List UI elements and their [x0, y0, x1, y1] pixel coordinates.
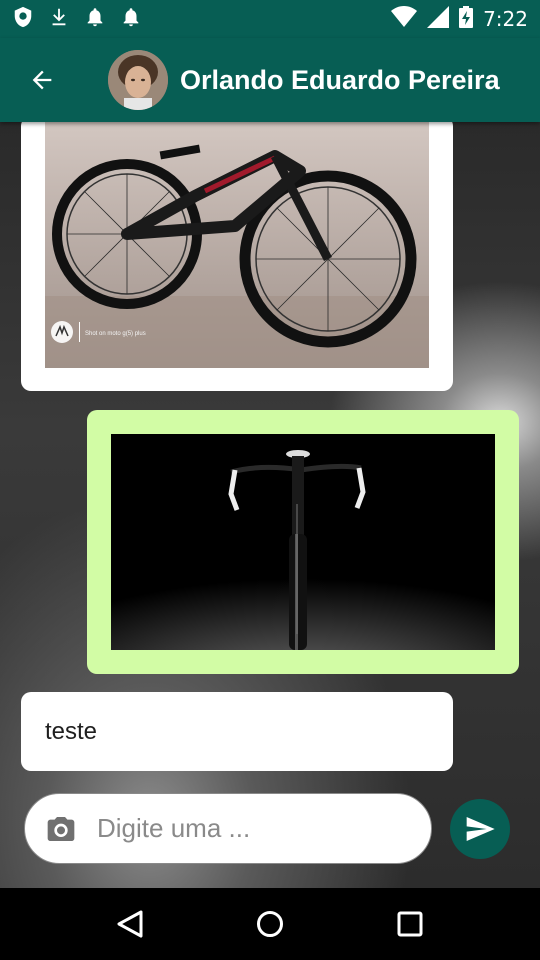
navigation-bar	[0, 888, 540, 960]
battery-charging-icon	[459, 5, 474, 33]
camera-icon	[47, 816, 75, 841]
message-bubble-received-image[interactable]: Shot on moto g(5) plus	[21, 122, 453, 391]
message-composer[interactable]	[24, 793, 432, 864]
send-button[interactable]	[450, 799, 510, 859]
road-bike-photo[interactable]	[111, 434, 495, 650]
photo-watermark: Shot on moto g(5) plus	[85, 331, 146, 337]
recents-square-icon	[397, 911, 423, 937]
message-bubble-received-text[interactable]: teste	[21, 692, 453, 771]
back-button[interactable]	[10, 48, 74, 112]
nav-home-button[interactable]	[240, 894, 300, 954]
home-circle-icon	[257, 911, 283, 937]
chat-area[interactable]: Shot on moto g(5) plus teste Digite uma …	[0, 122, 540, 888]
signal-icon	[427, 5, 450, 33]
message-text: teste	[45, 718, 98, 745]
avatar[interactable]	[108, 50, 168, 110]
bell-icon	[120, 6, 142, 33]
camera-button[interactable]	[41, 809, 81, 849]
bell-icon	[84, 6, 106, 33]
message-bubble-sent-image[interactable]	[87, 410, 519, 674]
chat-header: Orlando Eduardo Pereira	[0, 38, 540, 122]
nav-recents-button[interactable]	[380, 894, 440, 954]
nav-back-button[interactable]	[100, 894, 160, 954]
shield-icon	[12, 6, 34, 33]
download-icon	[48, 6, 70, 33]
arrow-back-icon	[32, 70, 52, 90]
status-bar: 7:22	[0, 0, 540, 38]
message-input[interactable]	[97, 813, 417, 844]
mountain-bike-photo[interactable]: Shot on moto g(5) plus	[45, 122, 429, 368]
contact-name[interactable]: Orlando Eduardo Pereira	[180, 65, 500, 96]
status-time: 7:22	[483, 7, 528, 31]
wifi-icon	[391, 5, 418, 33]
back-triangle-icon	[117, 910, 143, 938]
send-icon	[466, 817, 495, 841]
